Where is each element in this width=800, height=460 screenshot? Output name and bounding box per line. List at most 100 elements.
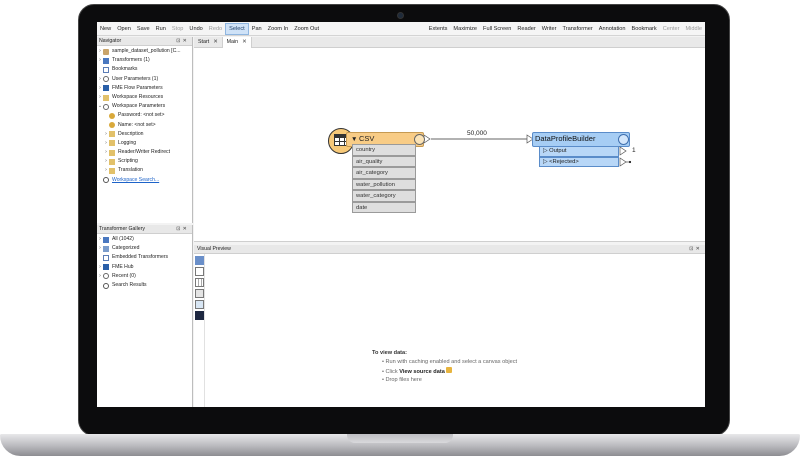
key-icon — [109, 112, 115, 119]
key-icon — [109, 122, 115, 129]
redo-button[interactable]: Redo — [206, 23, 225, 35]
full-screen-button[interactable]: Full Screen — [480, 23, 514, 35]
output-count-label: 1 — [632, 147, 636, 154]
tree-item-user-parameters[interactable]: › User Parameters (1) — [97, 75, 192, 84]
bookmark-icon — [103, 66, 109, 73]
middle-button[interactable]: Middle — [683, 23, 705, 35]
extents-button[interactable]: Extents — [426, 23, 451, 35]
pan-button[interactable]: Pan — [249, 23, 265, 35]
view-source-data-link[interactable]: View source data — [399, 369, 445, 375]
save-button[interactable]: Save — [134, 23, 153, 35]
panel-controls[interactable]: ⊡✕ — [176, 225, 189, 234]
app-screen: New Open Save Run Stop Undo Redo Select … — [97, 22, 705, 407]
folder-icon — [103, 94, 109, 101]
search-icon — [103, 282, 109, 289]
preview-instruction-item: • Run with caching enabled and select a … — [382, 359, 518, 365]
hub-icon — [103, 264, 109, 271]
tree-item-translation[interactable]: › Translation — [97, 166, 192, 175]
map-view-icon[interactable] — [195, 289, 204, 298]
attribute-row[interactable]: country — [352, 144, 416, 156]
gallery-item-categorized[interactable]: › Categorized — [97, 244, 192, 253]
tab-start[interactable]: Start ✕ — [194, 37, 223, 48]
transformer-icon — [103, 57, 109, 64]
transformer-gallery-panel: Transformer Gallery ⊡✕ › All (1042) › Cate… — [97, 225, 193, 407]
output-port[interactable]: ▷ Output — [539, 146, 619, 157]
workspace-tabs: Start ✕ Main ✕ — [194, 37, 705, 48]
attribute-row[interactable]: date — [352, 201, 416, 213]
tree-item-bookmarks[interactable]: Bookmarks — [97, 65, 192, 74]
close-icon[interactable]: ✕ — [213, 39, 217, 45]
attribute-row[interactable]: air_category — [352, 167, 416, 179]
panel-controls[interactable]: ⊡✕ — [176, 37, 189, 46]
category-icon — [103, 245, 109, 252]
tab-main[interactable]: Main ✕ — [222, 37, 252, 48]
attribute-row[interactable]: air_quality — [352, 155, 416, 167]
preview-view-toolbar — [194, 254, 205, 407]
preview-heading: To view data: — [372, 350, 408, 356]
preview-instructions: To view data: • Run with caching enabled… — [372, 350, 517, 386]
center-button[interactable]: Center — [660, 23, 683, 35]
zoom-out-button[interactable]: Zoom Out — [291, 23, 322, 35]
tree-item-name[interactable]: Name: <not set> — [97, 121, 192, 130]
tree-item-redirect[interactable]: › Reader/Writer Redirect — [97, 148, 192, 157]
panel-controls[interactable]: ⊡✕ — [689, 245, 702, 254]
reader-button[interactable]: Reader — [514, 23, 538, 35]
attribute-row[interactable]: water_category — [352, 190, 416, 202]
tree-item-logging[interactable]: › Logging — [97, 139, 192, 148]
gear-icon — [103, 76, 109, 83]
navigator-title: Navigator — [99, 38, 122, 44]
select-button[interactable]: Select — [225, 22, 249, 35]
bookmark-button[interactable]: Bookmark — [629, 23, 660, 35]
preview-instruction-item: • Drop files here — [382, 377, 422, 384]
chart-view-icon[interactable] — [195, 300, 204, 309]
tree-item-description[interactable]: › Description — [97, 130, 192, 139]
workspace-canvas[interactable]: 50,000 ▼ CSV country air_quality air_cat… — [194, 48, 705, 242]
workspace-search-link[interactable]: Workspace Search... — [97, 176, 192, 185]
feature-count-label: 50,000 — [467, 130, 487, 137]
source-data-icon[interactable] — [446, 367, 453, 374]
tree-item-scripting[interactable]: › Scripting — [97, 157, 192, 166]
undo-button[interactable]: Undo — [186, 23, 205, 35]
data-profile-builder-title: DataProfileBuilder — [535, 134, 596, 143]
table-view-icon[interactable] — [195, 267, 204, 276]
preview-instruction-item: • Click View source data — [382, 367, 517, 375]
search-icon — [103, 177, 109, 184]
folder-icon — [109, 168, 115, 175]
rejected-port[interactable]: ▷ <Rejected> — [539, 156, 619, 167]
tree-item-workspace-parameters[interactable]: ⌄ Workspace Parameters — [97, 102, 192, 111]
clock-icon — [103, 273, 109, 280]
terminal-icon[interactable] — [195, 311, 204, 320]
navigator-panel: Navigator ⊡✕ › sample_dataset_pollution [… — [97, 37, 193, 223]
grid-view-icon[interactable] — [195, 278, 204, 287]
tree-item-transformers[interactable]: › Transformers (1) — [97, 56, 192, 65]
annotation-button[interactable]: Annotation — [596, 23, 629, 35]
close-icon[interactable]: ✕ — [242, 39, 246, 45]
gallery-item-all[interactable]: › All (1042) — [97, 235, 192, 244]
gallery-item-embedded[interactable]: Embedded Transformers — [97, 253, 192, 262]
stop-button[interactable]: Stop — [169, 23, 187, 35]
laptop-notch — [347, 434, 453, 443]
new-button[interactable]: New — [97, 23, 114, 35]
transformer-icon — [103, 236, 109, 243]
attribute-row[interactable]: water_pollution — [352, 178, 416, 190]
writer-button[interactable]: Writer — [539, 23, 560, 35]
run-button[interactable]: Run — [153, 23, 169, 35]
inspect-icon[interactable] — [195, 256, 204, 265]
open-button[interactable]: Open — [114, 23, 134, 35]
flow-icon — [103, 85, 109, 92]
folder-icon — [109, 158, 115, 165]
zoom-in-button[interactable]: Zoom In — [265, 23, 292, 35]
gallery-title: Transformer Gallery — [99, 226, 145, 232]
main-toolbar: New Open Save Run Stop Undo Redo Select … — [97, 22, 705, 36]
folder-icon — [109, 131, 115, 138]
transformer-button[interactable]: Transformer — [560, 23, 596, 35]
gallery-item-recent[interactable]: › Recent (0) — [97, 272, 192, 281]
gallery-item-search-results[interactable]: Search Results — [97, 281, 192, 290]
maximize-button[interactable]: Maximize — [450, 23, 480, 35]
tree-item-password[interactable]: Password: <not set> — [97, 111, 192, 120]
tree-item-workspace-resources[interactable]: › Workspace Resources — [97, 93, 192, 102]
tree-item-workspace[interactable]: › sample_dataset_pollution [C... — [97, 47, 192, 56]
gallery-item-fme-hub[interactable]: › FME Hub — [97, 263, 192, 272]
tree-item-flow-parameters[interactable]: › FME Flow Parameters — [97, 84, 192, 93]
visual-preview-panel: Visual Preview ⊡✕ To view data: • Run wi… — [194, 245, 705, 407]
